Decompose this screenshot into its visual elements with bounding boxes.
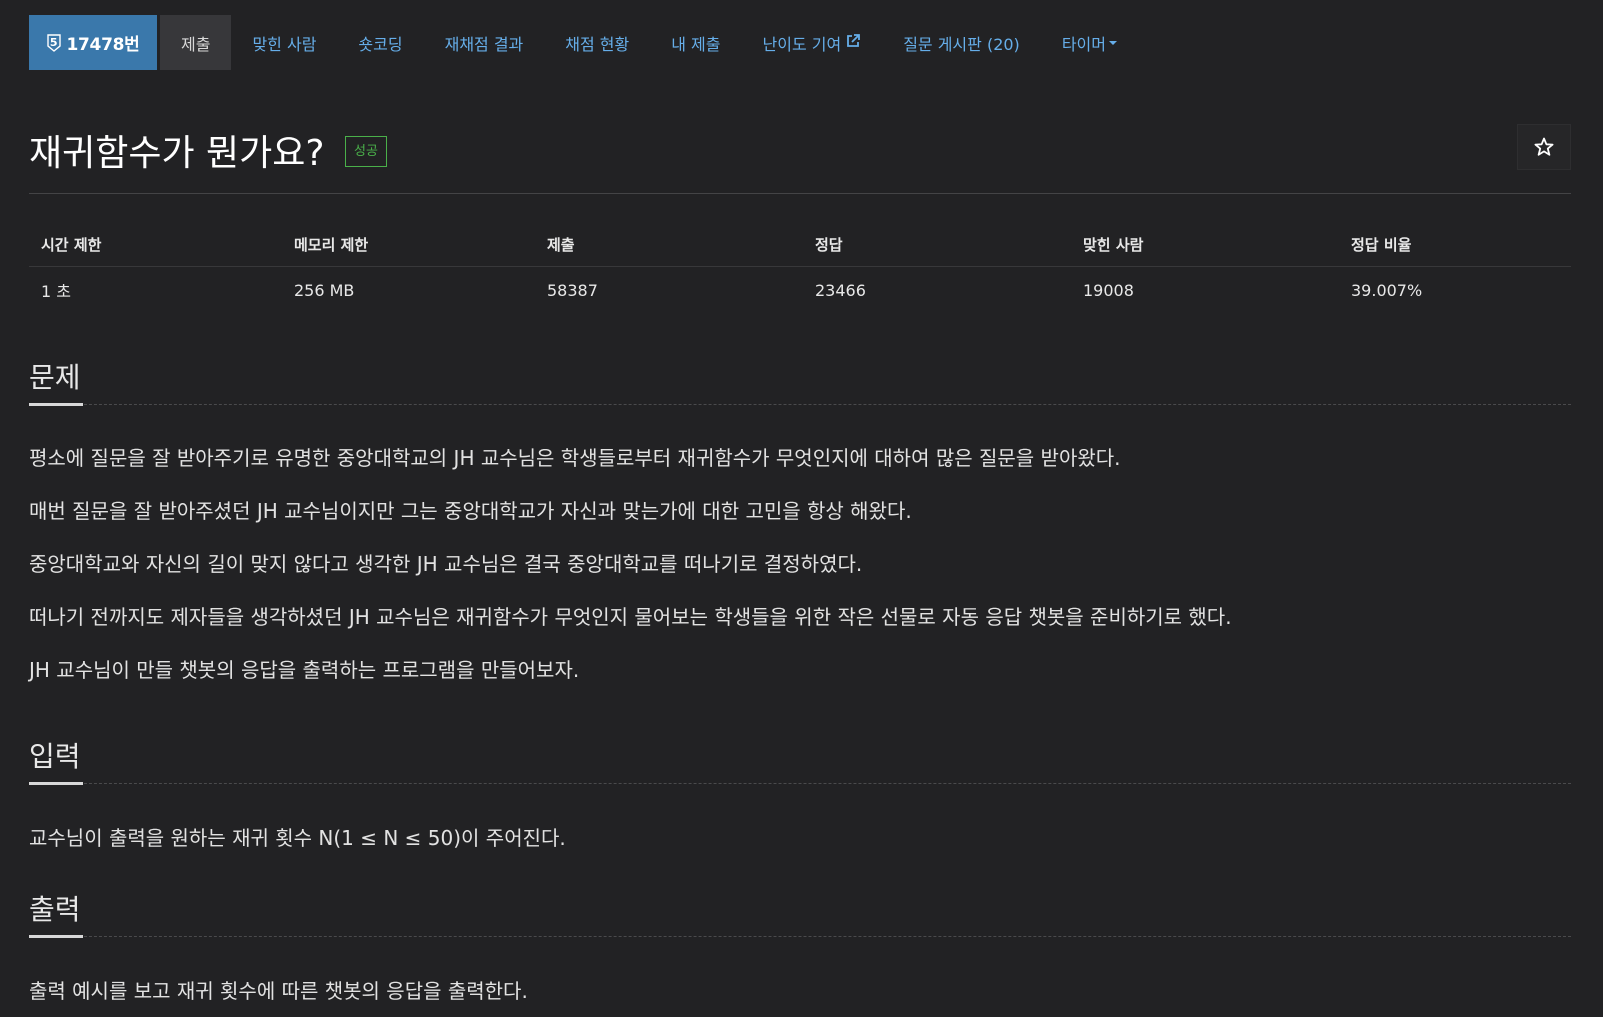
- star-icon: [1534, 137, 1554, 156]
- nav-item-qna-board[interactable]: 질문 게시판 (20): [882, 15, 1041, 70]
- value-memory-limit: 256 MB: [294, 280, 355, 300]
- description-paragraph: JH 교수님이 만들 챗봇의 응답을 출력하는 프로그램을 만들어보자.: [29, 658, 580, 682]
- favorite-button[interactable]: [1517, 124, 1571, 170]
- section-title-output: 출력: [29, 893, 81, 926]
- tier-icon: 5: [46, 33, 61, 52]
- section-header: 출력: [29, 888, 1571, 938]
- nav-item-short-coding[interactable]: 숏코딩: [337, 15, 423, 70]
- problem-number-label: 17478번: [66, 35, 140, 55]
- nav-item-accepted-users[interactable]: 맞힌 사람: [231, 15, 337, 70]
- value-correct: 23466: [815, 280, 866, 300]
- header-correct-ratio: 정답 비율: [1339, 222, 1571, 267]
- title-row: 재귀함수가 뭔가요? 성공: [29, 118, 1571, 194]
- problem-output-section: 출력 출력 예시를 보고 재귀 횟수에 따른 챗봇의 응답을 출력한다.: [29, 888, 1571, 1004]
- section-title-underline: [29, 935, 83, 938]
- header-time-limit: 시간 제한: [29, 222, 282, 267]
- nav-item-submit[interactable]: 제출: [160, 15, 232, 70]
- section-title-underline: [29, 403, 83, 406]
- problem-info-table: 시간 제한 메모리 제한 제출 정답 맞힌 사람 정답 비율 1 초 256 M…: [29, 222, 1571, 313]
- nav-item-my-submissions[interactable]: 내 제출: [650, 15, 741, 70]
- timer-label: 타이머: [1061, 34, 1106, 54]
- section-header: 입력: [29, 735, 1571, 785]
- section-header: 문제: [29, 356, 1571, 406]
- problem-title: 재귀함수가 뭔가요?: [29, 133, 325, 174]
- value-accepted-users: 19008: [1083, 280, 1134, 300]
- section-title-description: 문제: [29, 361, 81, 394]
- result-badge: 성공: [345, 136, 387, 167]
- description-paragraph: 매번 질문을 잘 받아주셨던 JH 교수님이지만 그는 중앙대학교가 자신과 맞…: [29, 499, 912, 523]
- description-paragraph: 중앙대학교와 자신의 길이 맞지 않다고 생각한 JH 교수님은 결국 중앙대학…: [29, 552, 863, 576]
- nav-item-status[interactable]: 채점 현황: [544, 15, 650, 70]
- header-correct: 정답: [803, 222, 1071, 267]
- caret-down-icon: [1108, 40, 1117, 45]
- input-paragraph: 교수님이 출력을 원하는 재귀 횟수 N(1 ≤ N ≤ 50)이 주어진다.: [29, 826, 566, 850]
- problem-input-section: 입력 교수님이 출력을 원하는 재귀 횟수 N(1 ≤ N ≤ 50)이 주어진…: [29, 735, 1571, 851]
- value-submissions: 58387: [547, 280, 598, 300]
- header-submissions: 제출: [535, 222, 803, 267]
- header-accepted-users: 맞힌 사람: [1071, 222, 1339, 267]
- value-time-limit: 1 초: [41, 282, 71, 301]
- problem-number-badge[interactable]: 5 17478번: [29, 15, 157, 70]
- header-memory-limit: 메모리 제한: [282, 222, 535, 267]
- description-paragraph: 떠나기 전까지도 제자들을 생각하셨던 JH 교수님은 재귀함수가 무엇인지 물…: [29, 605, 1232, 629]
- section-title-underline: [29, 782, 83, 785]
- external-link-icon: [845, 33, 861, 53]
- nav-item-timer[interactable]: 타이머: [1041, 15, 1138, 70]
- problem-menu: 5 17478번 제출 맞힌 사람 숏코딩 재채점 결과 채점 현황 내 제출 …: [29, 15, 1138, 70]
- section-title-input: 입력: [29, 740, 81, 773]
- problem-description-section: 문제 평소에 질문을 잘 받아주기로 유명한 중앙대학교의 JH 교수님은 학생…: [29, 356, 1571, 683]
- problem-page: 5 17478번 제출 맞힌 사람 숏코딩 재채점 결과 채점 현황 내 제출 …: [0, 0, 1603, 1017]
- description-paragraph: 평소에 질문을 잘 받아주기로 유명한 중앙대학교의 JH 교수님은 학생들로부…: [29, 446, 1121, 470]
- info-value-row: 1 초 256 MB 58387 23466 19008 39.007%: [29, 267, 1571, 314]
- nav-item-difficulty-contribution[interactable]: 난이도 기여: [742, 15, 883, 70]
- value-correct-ratio: 39.007%: [1351, 280, 1423, 300]
- nav-item-rejudge-results[interactable]: 재채점 결과: [424, 15, 545, 70]
- output-paragraph: 출력 예시를 보고 재귀 횟수에 따른 챗봇의 응답을 출력한다.: [29, 979, 528, 1003]
- difficulty-contribution-label: 난이도 기여: [762, 34, 842, 54]
- info-header-row: 시간 제한 메모리 제한 제출 정답 맞힌 사람 정답 비율: [29, 222, 1571, 267]
